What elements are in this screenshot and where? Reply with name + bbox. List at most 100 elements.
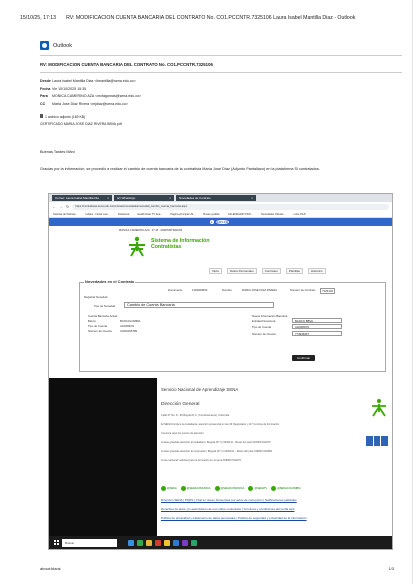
bookmark[interactable]: Noticias de Webcat...: [53, 213, 77, 216]
taskbar-search[interactable]: Buscar: [62, 538, 117, 547]
footer-links[interactable]: Derechos de autor y/o autorización de us…: [161, 507, 294, 511]
forward-icon[interactable]: →: [59, 204, 63, 209]
windows-taskbar: Buscar: [49, 536, 392, 549]
menu-item[interactable]: Datos Personales: [227, 268, 257, 274]
gov-bar: ● GOV.CO: [49, 218, 392, 226]
chrome-icon[interactable]: [164, 539, 170, 546]
account-type-select[interactable]: AHORROS: [292, 324, 342, 329]
sena-footer-logo-icon: [372, 399, 386, 417]
embedded-screenshot: Correo: Laura Isabel Mantilla Dia × (2) W…: [48, 193, 393, 550]
page-number: 1/3: [388, 566, 394, 571]
bookmark[interactable]: Buses pudible: [203, 213, 219, 216]
browser-tab[interactable]: Correo: Laura Isabel Mantilla Dia ×: [52, 195, 112, 201]
system-name-line: Contratistas: [151, 244, 182, 250]
cc-value[interactable]: Maria Jose Diaz Rivera <mjdiaz@sena.edu.…: [52, 102, 128, 106]
gov-icon: ●: [209, 220, 214, 224]
newbank-label: Entidad Financiera: [252, 319, 276, 323]
email-body: Gracias por la información, se procedió …: [40, 167, 320, 171]
date-label: Fecha: [40, 86, 51, 91]
bookmark[interactable]: CALENDARIO PRO...: [228, 213, 253, 216]
sena-logo-icon: [129, 236, 145, 257]
bookmark[interactable]: Lotto PGP: [294, 213, 306, 216]
app-icon[interactable]: [191, 539, 197, 546]
cc-label: CC: [40, 101, 46, 106]
to-label: Para: [40, 94, 48, 99]
email-subject: RV: MODIFICACION CUENTA BANCARIA DEL CON…: [40, 62, 213, 67]
taskview-icon[interactable]: [128, 539, 134, 546]
windows-start-icon[interactable]: [54, 540, 59, 545]
divider: [40, 72, 402, 73]
browser-tab[interactable]: Novedades de Contrato ×: [176, 195, 256, 201]
user-line: MONICA CAMERINO AZA · 17:15 · ADMINISTRA…: [119, 229, 183, 232]
back-icon[interactable]: ←: [52, 204, 56, 209]
social-link[interactable]: @SENACOLOMBIA: [271, 486, 300, 491]
footer-line[interactable]: Conozca aquí los puntos de atención: [161, 432, 204, 435]
dark-panel: [49, 378, 157, 538]
novedades-fieldset: Novedades en el Contrato Documento 11930…: [79, 279, 386, 372]
footer-line: Líneas gratuitas atención al empresario:…: [161, 450, 273, 453]
footer-subtitle: Dirección General: [161, 402, 200, 407]
gov-badges: [366, 436, 389, 446]
badge-icon: [373, 436, 381, 446]
bookmark[interactable]: Pagina principal US...: [170, 213, 195, 216]
divider: [40, 55, 402, 56]
social-link[interactable]: @SENACOMUNICA: [181, 486, 211, 491]
from-value[interactable]: Laura Isabel Mantilla Diaz <limantilla@s…: [52, 79, 136, 83]
email-meta: DesdeLaura Isabel Mantilla Diaz <limanti…: [40, 78, 141, 108]
print-footer-url: about:blank: [40, 566, 61, 571]
bank-value: BANCOLOMBIA: [120, 319, 141, 323]
menu-item[interactable]: Planillas: [285, 268, 303, 274]
bank-select[interactable]: BANCO BBVA: [292, 318, 342, 323]
confirm-button[interactable]: Confirmar: [292, 355, 316, 361]
bookmark[interactable]: Facebook: [118, 213, 129, 216]
badge-icon: [381, 436, 389, 446]
bookmarks-bar: Noticias de Webcat... Indeks - Iniciar s…: [49, 211, 392, 218]
browser-tabs: Correo: Laura Isabel Mantilla Dia × (2) W…: [49, 194, 392, 202]
social-link[interactable]: @SENA: [161, 486, 177, 491]
close-icon[interactable]: ×: [107, 196, 109, 200]
bookmark[interactable]: Health Rate TV Sea...: [137, 213, 162, 216]
footer-links[interactable]: Política de privacidad y tratamiento de …: [161, 516, 307, 520]
to-value[interactable]: MONICA CAMERINO AZA <mcfagomas@sena.edu.…: [52, 94, 141, 98]
account-number-input[interactable]: 774936667: [292, 331, 342, 336]
reload-icon[interactable]: ↻: [66, 204, 69, 209]
system-name: Sistema de Información Contratistas: [151, 238, 210, 250]
bookmark[interactable]: Indeks - Iniciar sesi...: [85, 213, 109, 216]
footer-line: Línea nacional: solicitud para la formac…: [161, 459, 241, 462]
edge-icon[interactable]: [173, 539, 179, 546]
folder-icon[interactable]: [146, 539, 152, 546]
app-icon[interactable]: [155, 539, 161, 546]
social-links: @SENA @SENACOMUNICA @SENACOMUNICA @SENAT…: [161, 486, 301, 491]
contract-select[interactable]: 7325106: [320, 288, 335, 294]
address-bar: ← → ↻ https://contratistas.sena.edu.co/c…: [49, 202, 392, 211]
close-icon[interactable]: ×: [169, 196, 171, 200]
from-label: Desde: [40, 79, 51, 83]
menu-item[interactable]: Contratos: [261, 268, 281, 274]
outlook-label: Outlook: [53, 42, 72, 49]
attachments-count: 1 archivo adjunto (169 KB): [45, 115, 86, 119]
gov-label[interactable]: GOV.CO: [215, 220, 230, 224]
date-value: Vie 10/10/2025 15:35: [52, 86, 87, 91]
footer-links[interactable]: Dirección SENA | PQRS | Chat en línea | …: [161, 498, 297, 502]
name-value: MARIA JOSE DIAZ RIVERA: [242, 288, 278, 292]
newnum-label: Número de Cuenta: [252, 332, 276, 336]
printed-page: 15/10/25, 17:13 RV: MODIFICACION CUENTA …: [10, 0, 413, 584]
site-menu: Inicio Datos Personales Contratos Planil…: [209, 268, 326, 274]
app-icon[interactable]: [137, 539, 143, 546]
menu-item[interactable]: Histórico: [307, 268, 326, 274]
browser-tab[interactable]: (2) WhatsApp ×: [114, 195, 174, 201]
accnum-label: Número de Cuenta: [88, 329, 112, 333]
social-link[interactable]: @SENATV: [248, 486, 267, 491]
attachment-link[interactable]: CERTIFICADO MARIA JOSE DIAZ RIVERA BBVA.…: [40, 121, 122, 128]
app-icon[interactable]: [182, 539, 188, 546]
social-link[interactable]: @SENACOMUNICA: [215, 486, 245, 491]
url-field[interactable]: https://contratistas.sena.edu.co/contrat…: [72, 203, 389, 210]
tab-label: Novedades de Contrato: [179, 196, 211, 200]
close-icon[interactable]: ×: [251, 196, 253, 200]
site-header: MONICA CAMERINO AZA · 17:15 · ADMINISTRA…: [49, 226, 392, 281]
bookmark[interactable]: Novedades Ofertas...: [261, 213, 286, 216]
attachments: 1 archivo adjunto (169 KB) CERTIFICADO M…: [40, 114, 122, 127]
tab-label: (2) WhatsApp: [117, 196, 136, 200]
novelty-type-select[interactable]: Cambio de Cuenta Bancaria: [124, 302, 274, 308]
menu-item[interactable]: Inicio: [209, 268, 223, 274]
